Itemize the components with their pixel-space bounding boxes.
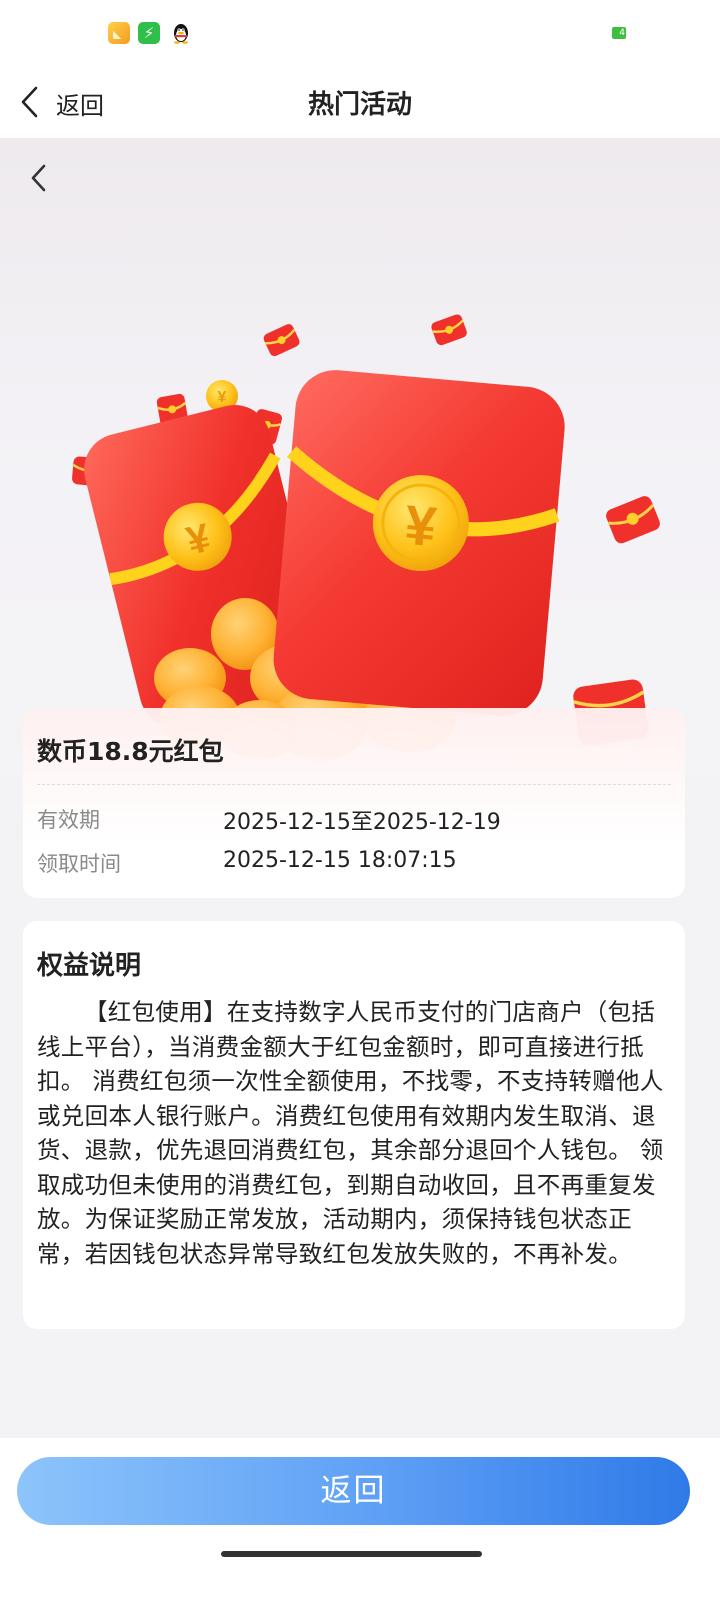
benefit-description-card: 权益说明 【红包使用】在支持数字人民币支付的门店商户（包括线上平台），当消费金额…	[23, 921, 685, 1329]
validity-value: 2025-12-15至2025-12-19	[223, 810, 501, 835]
home-indicator[interactable]	[221, 1551, 482, 1557]
card-divider	[37, 784, 671, 785]
red-envelope-illustration: ¥ ¥ ¥	[72, 314, 660, 761]
charging-bolt-icon: ⚡	[138, 22, 160, 44]
benefit-title: 权益说明	[37, 951, 142, 981]
return-button[interactable]: 返回	[17, 1457, 690, 1525]
hero-banner: ¥ ¥ ¥	[0, 138, 720, 778]
page-title: 热门活动	[307, 90, 412, 120]
battery-icon: 4	[612, 27, 626, 39]
hero-back-icon[interactable]	[26, 160, 54, 196]
receive-time-label: 领取时间	[37, 852, 121, 876]
svg-text:¥: ¥	[218, 389, 227, 406]
svg-text:¥: ¥	[402, 493, 439, 558]
nav-bar: 返回 热门活动	[0, 68, 720, 138]
red-packet-title: 数币18.8元红包	[37, 737, 224, 766]
qq-penguin-icon	[174, 24, 188, 44]
validity-label: 有效期	[37, 808, 100, 832]
back-arrow-icon[interactable]	[18, 82, 44, 122]
mini-envelope	[263, 324, 300, 357]
status-bar: ⚡ 4	[0, 0, 720, 68]
bottom-bar: 返回	[0, 1438, 720, 1600]
gallery-app-icon	[108, 22, 130, 44]
receive-time-value: 2025-12-15 18:07:15	[223, 848, 457, 873]
mini-envelope	[606, 496, 660, 544]
red-packet-info-card: 数币18.8元红包 有效期 2025-12-15至2025-12-19 领取时间…	[23, 708, 685, 898]
mini-envelope	[431, 314, 467, 346]
nav-back-button[interactable]: 返回	[56, 86, 104, 121]
right-envelope: ¥	[273, 370, 565, 716]
benefit-text: 【红包使用】在支持数字人民币支付的门店商户（包括线上平台），当消费金额大于红包金…	[37, 998, 664, 1268]
